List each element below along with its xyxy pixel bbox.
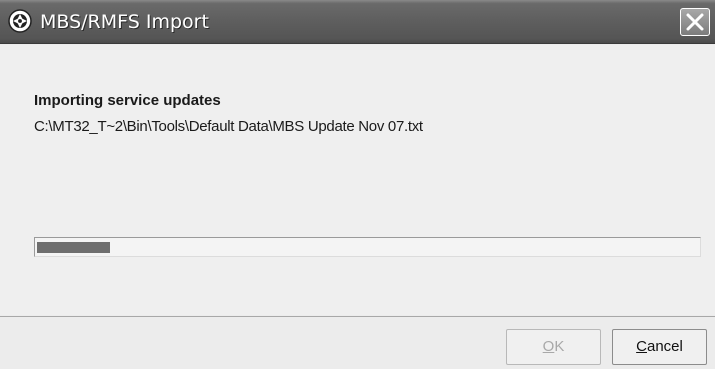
app-logo-icon	[8, 9, 32, 33]
window-title: MBS/RMFS Import	[40, 11, 209, 33]
button-bar: OK Cancel	[0, 316, 715, 369]
progress-fill	[37, 242, 110, 253]
file-path-label: C:\MT32_T~2\Bin\Tools\Default Data\MBS U…	[34, 118, 423, 135]
import-dialog: MBS/RMFS Import Importing service update…	[0, 0, 715, 369]
close-button[interactable]	[680, 8, 710, 36]
progress-bar	[34, 237, 701, 257]
close-icon	[686, 13, 704, 31]
title-bar[interactable]: MBS/RMFS Import	[0, 0, 715, 44]
dialog-body: Importing service updates C:\MT32_T~2\Bi…	[0, 45, 715, 315]
ok-button[interactable]: OK	[506, 329, 601, 365]
status-heading: Importing service updates	[34, 92, 221, 109]
cancel-button[interactable]: Cancel	[612, 329, 707, 365]
